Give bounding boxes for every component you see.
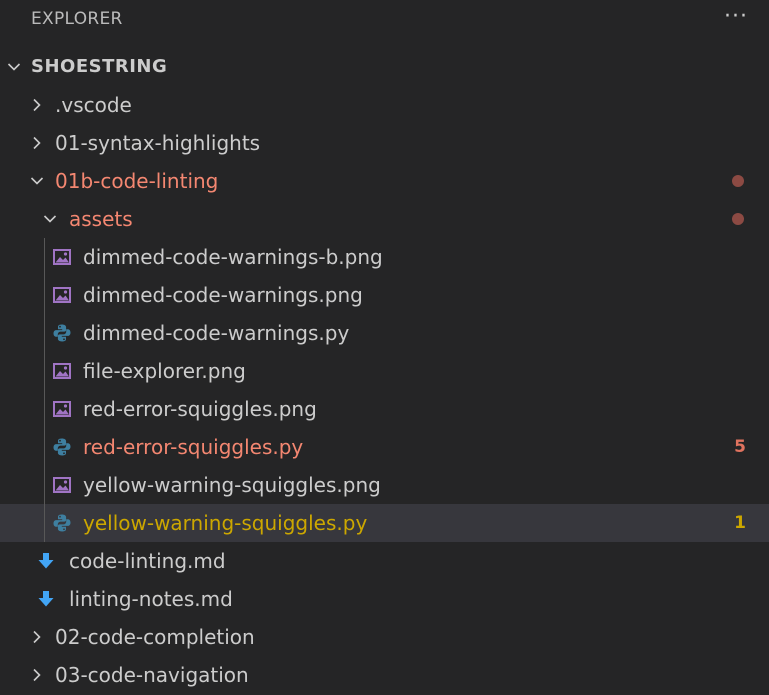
tree-item-label: 01b-code-linting: [55, 169, 219, 193]
tree-item-label: code-linting.md: [69, 549, 226, 573]
image-file-icon: [51, 390, 73, 428]
tree-item-label: 02-code-completion: [55, 625, 255, 649]
image-file-icon: [51, 276, 73, 314]
tree-item-file[interactable]: dimmed-code-warnings-b.png: [0, 238, 769, 276]
error-count-badge: 5: [734, 437, 746, 457]
tree-item-file[interactable]: red-error-squiggles.py 5: [0, 428, 769, 466]
tree-item-file[interactable]: dimmed-code-warnings.png: [0, 276, 769, 314]
tree-item-assets[interactable]: assets: [0, 200, 769, 238]
chevron-right-icon: [28, 656, 46, 694]
image-file-icon: [51, 238, 73, 276]
modified-dot-icon: [732, 175, 744, 187]
tree-item-file[interactable]: file-explorer.png: [0, 352, 769, 390]
tree-root-shoestring[interactable]: SHOESTRING: [0, 48, 769, 86]
markdown-download-icon: [35, 580, 57, 618]
tree-item-03-code-navigation[interactable]: 03-code-navigation: [0, 656, 769, 694]
tree-item-02-code-completion[interactable]: 02-code-completion: [0, 618, 769, 656]
tree-item-vscode[interactable]: .vscode: [0, 86, 769, 124]
tree-item-label: yellow-warning-squiggles.png: [83, 473, 381, 497]
tree-item-file[interactable]: code-linting.md: [0, 542, 769, 580]
python-file-icon: [51, 504, 73, 542]
modified-dot-icon: [732, 213, 744, 225]
tree-item-01b-code-linting[interactable]: 01b-code-linting: [0, 162, 769, 200]
tree-item-label: red-error-squiggles.py: [83, 435, 304, 459]
tree-item-label: assets: [69, 207, 133, 231]
root-folder-label: SHOESTRING: [31, 56, 168, 77]
chevron-right-icon: [28, 618, 46, 656]
tree-item-label: red-error-squiggles.png: [83, 397, 317, 421]
tree-item-label: 01-syntax-highlights: [55, 131, 261, 155]
chevron-down-icon: [5, 48, 23, 86]
ellipsis-icon[interactable]: ···: [719, 4, 753, 32]
python-file-icon: [51, 314, 73, 352]
warning-count-badge: 1: [734, 513, 746, 533]
chevron-down-icon: [41, 200, 59, 238]
tree-item-label: file-explorer.png: [83, 359, 246, 383]
tree-item-file[interactable]: yellow-warning-squiggles.png: [0, 466, 769, 504]
tree-item-01-syntax-highlights[interactable]: 01-syntax-highlights: [0, 124, 769, 162]
tree-item-label: .vscode: [55, 93, 132, 117]
image-file-icon: [51, 466, 73, 504]
chevron-right-icon: [28, 86, 46, 124]
tree-item-label: yellow-warning-squiggles.py: [83, 511, 368, 535]
tree-item-label: dimmed-code-warnings.png: [83, 283, 363, 307]
tree-item-label: dimmed-code-warnings.py: [83, 321, 350, 345]
explorer-title: EXPLORER: [31, 9, 123, 29]
image-file-icon: [51, 352, 73, 390]
chevron-down-icon: [28, 162, 46, 200]
indent-guide: [44, 238, 45, 542]
tree-item-file-selected[interactable]: yellow-warning-squiggles.py 1: [0, 504, 769, 542]
chevron-right-icon: [28, 124, 46, 162]
tree-item-file[interactable]: dimmed-code-warnings.py: [0, 314, 769, 352]
tree-item-file[interactable]: red-error-squiggles.png: [0, 390, 769, 428]
tree-item-file[interactable]: linting-notes.md: [0, 580, 769, 618]
explorer-header: EXPLORER ···: [0, 0, 769, 38]
markdown-download-icon: [35, 542, 57, 580]
tree-item-label: dimmed-code-warnings-b.png: [83, 245, 383, 269]
tree-item-label: linting-notes.md: [69, 587, 233, 611]
tree-item-label: 03-code-navigation: [55, 663, 249, 687]
python-file-icon: [51, 428, 73, 466]
